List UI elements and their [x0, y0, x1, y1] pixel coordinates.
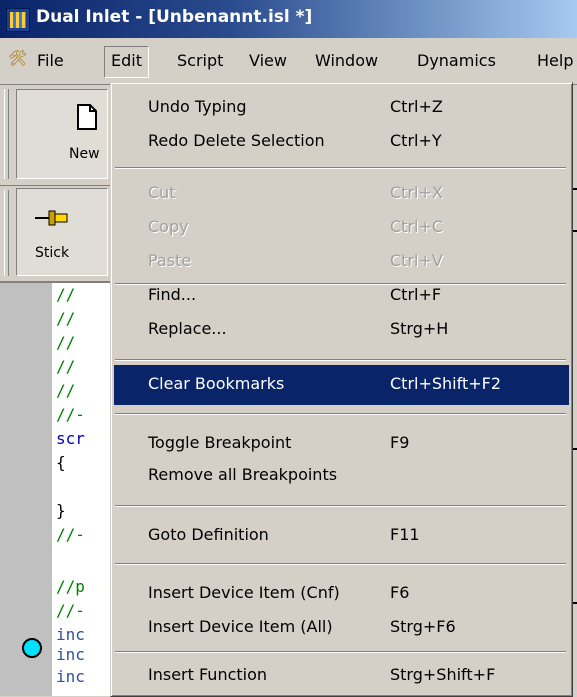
code-line: //: [56, 309, 76, 328]
menu-item-shortcut: Strg+Shift+F: [390, 665, 496, 684]
new-button-label: New: [69, 146, 100, 162]
menu-item-shortcut: Ctrl+Shift+F2: [390, 374, 502, 393]
app-icon[interactable]: [6, 8, 30, 32]
menu-item-copy[interactable]: Copy Ctrl+C: [114, 211, 569, 245]
menu-item-label: Cut: [148, 183, 176, 202]
code-line: //: [56, 333, 76, 352]
menu-item-shortcut: F11: [390, 525, 420, 544]
menu-item-shortcut: Ctrl+C: [390, 217, 444, 236]
menu-view[interactable]: View: [242, 46, 294, 76]
pushpin-icon: [35, 210, 68, 226]
menu-separator: [115, 167, 566, 169]
editor-gutter[interactable]: [0, 283, 52, 696]
code-line: scr: [56, 429, 85, 448]
code-line: inc: [56, 667, 85, 686]
menu-item-remove-all-breakpoints[interactable]: Remove all Breakpoints: [114, 457, 569, 491]
menu-item-undo-typing[interactable]: Undo Typing Ctrl+Z: [114, 91, 569, 125]
menu-item-goto-definition[interactable]: Goto Definition F11: [114, 511, 569, 545]
new-button[interactable]: New: [16, 89, 108, 179]
menu-item-insert-device-item-cnf[interactable]: Insert Device Item (Cnf) F6: [114, 569, 569, 603]
stick-button-label: Stick: [35, 245, 70, 261]
menu-separator: [115, 359, 566, 361]
menu-help[interactable]: Help: [530, 46, 577, 76]
menu-item-insert-function[interactable]: Insert Function Strg+Shift+F: [114, 657, 569, 691]
code-line: //-: [56, 525, 85, 544]
toolbar-grip-2[interactable]: [4, 190, 9, 276]
edit-menu-dropdown: Undo Typing Ctrl+Z Redo Delete Selection…: [110, 82, 573, 697]
menu-item-find[interactable]: Find... Ctrl+F: [114, 265, 569, 304]
code-line: //: [56, 381, 76, 400]
code-line: //-: [56, 405, 85, 424]
file-menu-icon: 🛠: [8, 49, 28, 67]
window-title: Dual Inlet - [Unbenannt.isl *]: [36, 7, 313, 27]
menu-item-shortcut: Strg+F6: [390, 617, 456, 636]
code-line: inc: [56, 625, 85, 644]
menu-separator: [115, 563, 566, 565]
menu-item-cut[interactable]: Cut Ctrl+X: [114, 177, 569, 211]
menu-item-label: Toggle Breakpoint: [148, 433, 292, 452]
toolbar-second: Stick: [0, 186, 120, 282]
new-document-icon: [77, 104, 97, 130]
menu-item-shortcut: Ctrl+F: [390, 285, 442, 304]
menu-dynamics[interactable]: Dynamics: [410, 46, 503, 76]
menu-item-label: Replace...: [148, 319, 227, 338]
menu-item-label: Goto Definition: [148, 525, 269, 544]
menu-item-label: Clear Bookmarks: [148, 374, 285, 393]
code-line: //: [56, 285, 76, 304]
breakpoint-marker-icon[interactable]: [22, 638, 42, 658]
stick-button[interactable]: Stick: [16, 188, 108, 276]
menu-item-redo-delete-selection[interactable]: Redo Delete Selection Ctrl+Y: [114, 125, 569, 159]
menu-item-label: Find...: [148, 285, 197, 304]
menu-item-label: Redo Delete Selection: [148, 131, 325, 150]
menu-item-label: Insert Device Item (Cnf): [148, 583, 340, 602]
code-line: //p: [56, 577, 85, 596]
menu-script[interactable]: Script: [170, 46, 230, 76]
code-line: }: [56, 501, 66, 520]
menu-item-shortcut: F6: [390, 583, 410, 602]
code-line: //: [56, 357, 76, 376]
menu-file[interactable]: File: [30, 46, 71, 76]
code-editor[interactable]: // // // // // //- scr { } //- //p //- i…: [0, 282, 120, 696]
menu-window[interactable]: Window: [308, 46, 385, 76]
menu-item-label: Undo Typing: [148, 97, 247, 116]
menu-item-shortcut: Ctrl+X: [390, 183, 443, 202]
menu-separator: [115, 413, 566, 415]
code-line: {: [56, 453, 66, 472]
menu-item-insert-device-item-all[interactable]: Insert Device Item (All) Strg+F6: [114, 605, 569, 639]
toolbar-grip[interactable]: [4, 89, 9, 179]
menu-item-label: Insert Device Item (All): [148, 617, 333, 636]
title-bar: Dual Inlet - [Unbenannt.isl *]: [0, 0, 577, 38]
code-line: inc: [56, 645, 85, 664]
menu-item-shortcut: Strg+H: [390, 319, 449, 338]
menu-item-shortcut: Ctrl+Z: [390, 97, 443, 116]
toolbar-top: New: [0, 85, 120, 186]
menu-item-label: Insert Function: [148, 665, 268, 684]
menu-item-clear-bookmarks[interactable]: Clear Bookmarks Ctrl+Shift+F2: [114, 365, 569, 405]
menu-separator: [115, 651, 566, 653]
menu-edit[interactable]: Edit: [104, 46, 149, 78]
menu-item-shortcut: F9: [390, 433, 410, 452]
menu-item-toggle-breakpoint[interactable]: Toggle Breakpoint F9: [114, 419, 569, 453]
menu-item-label: Remove all Breakpoints: [148, 465, 338, 484]
code-line: //-: [56, 601, 85, 620]
menu-separator: [115, 505, 566, 507]
menu-item-shortcut: Ctrl+Y: [390, 131, 442, 150]
menu-item-replace[interactable]: Replace... Strg+H: [114, 311, 569, 345]
menu-bar: 🛠 File Edit Script View Window Dynamics …: [0, 38, 577, 85]
menu-item-label: Copy: [148, 217, 189, 236]
